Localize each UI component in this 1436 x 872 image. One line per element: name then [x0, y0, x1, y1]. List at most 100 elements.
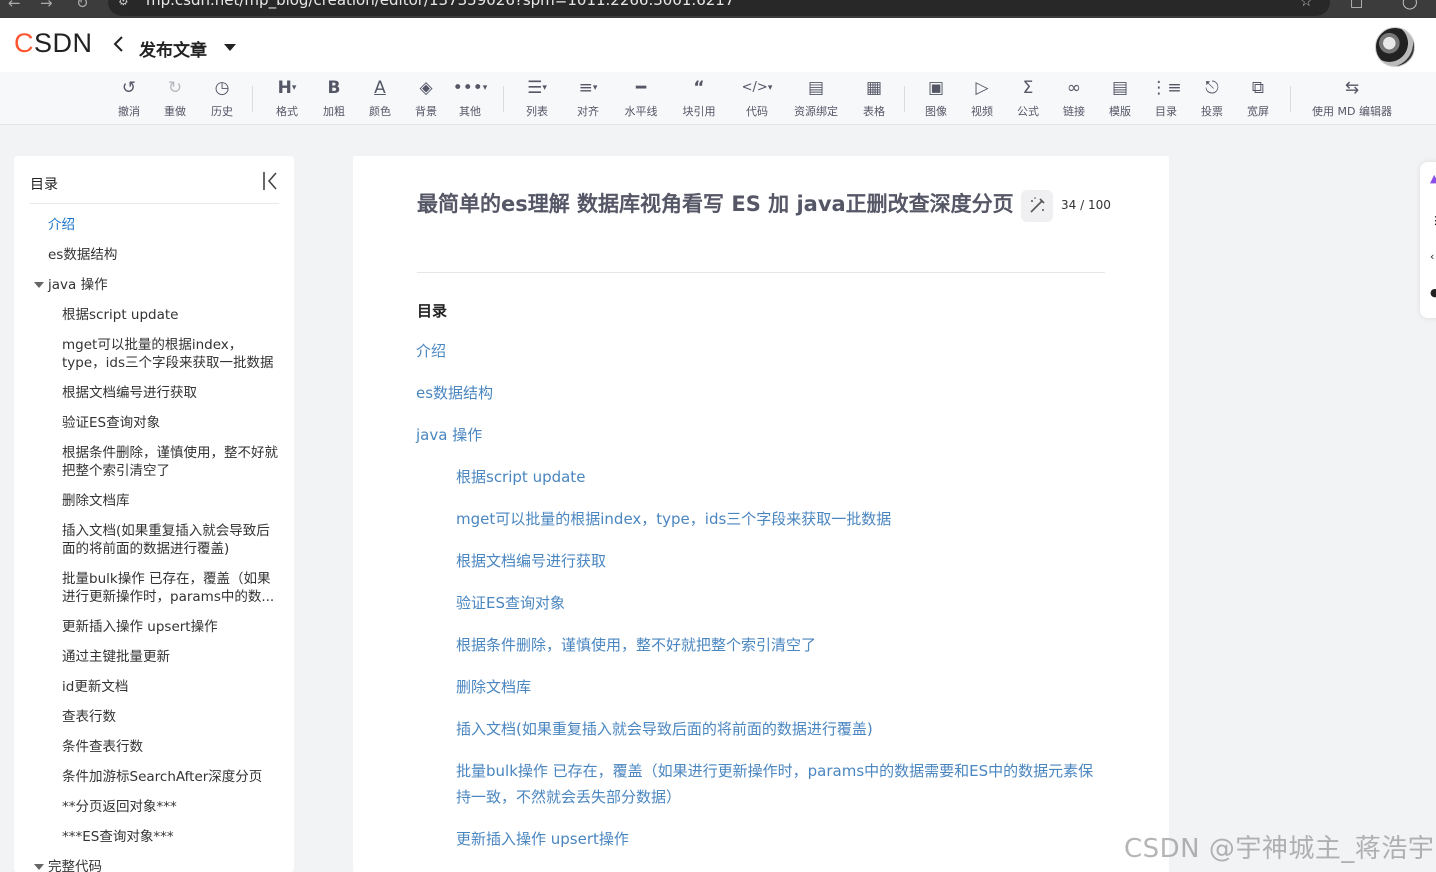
toc-item[interactable]: **分页返回对象***: [62, 798, 177, 816]
toc-label: 目录: [1155, 105, 1177, 118]
toc-item-full-code[interactable]: 完整代码: [48, 858, 102, 872]
video-label: 视频: [971, 105, 993, 118]
widescreen-label: 宽屏: [1247, 105, 1269, 118]
content-toc-link[interactable]: es数据结构: [416, 380, 493, 406]
title-divider: [417, 272, 1105, 273]
toc-item[interactable]: 更新插入操作 upsert操作: [62, 618, 218, 636]
back-icon[interactable]: [112, 34, 126, 54]
history-icon: ◷: [214, 78, 230, 98]
content-toc-link[interactable]: java 操作: [416, 422, 482, 448]
code-icon: </> ▾: [741, 80, 773, 95]
bold-label: 加粗: [323, 105, 345, 118]
code-label: 代码: [746, 105, 768, 118]
toc-item[interactable]: 条件查表行数: [62, 738, 143, 756]
undo-label: 撤消: [118, 105, 140, 118]
more-icon: ••• ▾: [452, 78, 488, 98]
image-label: 图像: [925, 105, 947, 118]
content-toc-link[interactable]: 删除文档库: [456, 674, 531, 700]
horizontal-line-button[interactable]: ━ 水平线: [621, 78, 661, 120]
magic-wand-icon: [1030, 197, 1045, 213]
ai-title-button[interactable]: [1021, 190, 1053, 222]
toc-item-intro[interactable]: 介绍: [48, 216, 75, 234]
toc-item-java-ops[interactable]: java 操作: [48, 276, 108, 294]
content-toc-link[interactable]: 插入文档(如果重复插入就会导致后面的将前面的数据进行覆盖): [456, 716, 873, 742]
widescreen-button[interactable]: ⧉ 宽屏: [1244, 78, 1272, 120]
side-tools-panel[interactable]: ▲ ⋮ ‹ ●: [1420, 162, 1436, 318]
video-icon: ▷: [975, 78, 989, 98]
site-info-icon[interactable]: ⚙: [118, 0, 129, 8]
content-toc-link[interactable]: 根据条件删除，谨慎使用，整不好就把整个索引清空了: [456, 632, 816, 658]
browser-back-icon[interactable]: ←: [8, 0, 21, 12]
toc-item[interactable]: 条件加游标SearchAfter深度分页: [62, 768, 262, 786]
toc-item[interactable]: 通过主键批量更新: [62, 648, 170, 666]
bookmark-star-icon[interactable]: ☆: [1300, 0, 1313, 10]
bold-button[interactable]: B 加粗: [321, 78, 347, 120]
expand-arrow-icon[interactable]: [34, 864, 44, 870]
vote-button[interactable]: ⎋ 投票: [1198, 78, 1226, 120]
toc-item[interactable]: 根据条件删除，谨慎使用，整不好就把整个索引清空了: [62, 444, 278, 480]
link-button[interactable]: ∞ 链接: [1060, 78, 1088, 120]
format-button[interactable]: H ▾ 格式: [274, 78, 300, 120]
browser-forward-icon[interactable]: →: [40, 0, 53, 12]
url-text[interactable]: mp.csdn.net/mp_blog/creation/editor/1373…: [146, 0, 734, 9]
toc-item-es-structure[interactable]: es数据结构: [48, 246, 117, 264]
formula-button[interactable]: Σ 公式: [1014, 78, 1042, 120]
content-toc-link[interactable]: 介绍: [416, 338, 446, 364]
align-button[interactable]: ≡ ▾ 对齐: [574, 78, 602, 120]
collapse-sidebar-icon[interactable]: [261, 170, 279, 192]
redo-button[interactable]: ↻ 重做: [162, 78, 188, 120]
toolbar-divider: [904, 86, 905, 112]
expand-arrow-icon[interactable]: [34, 282, 44, 288]
toc-button[interactable]: ⋮≡ 目录: [1150, 78, 1182, 120]
history-button[interactable]: ◷ 历史: [209, 78, 235, 120]
toc-item[interactable]: 查表行数: [62, 708, 116, 726]
list-button[interactable]: ☰ ▾ 列表: [523, 78, 551, 120]
article-title-input[interactable]: 最简单的es理解 数据库视角看写 ES 加 java正删改查深度分页: [417, 188, 1017, 220]
more-button[interactable]: ••• ▾ 其他: [452, 78, 488, 120]
background-color-button[interactable]: ◈ 背景: [413, 78, 439, 120]
video-button[interactable]: ▷ 视频: [968, 78, 996, 120]
side-tool-icon[interactable]: ●: [1430, 286, 1436, 299]
toc-item[interactable]: 验证ES查询对象: [62, 414, 160, 432]
toc-item[interactable]: id更新文档: [62, 678, 128, 696]
ai-assistant-icon[interactable]: ▲: [1430, 172, 1436, 185]
avatar[interactable]: [1375, 27, 1415, 67]
resource-button[interactable]: ▤ 资源绑定: [791, 78, 841, 120]
toc-icon: ⋮≡: [1150, 78, 1182, 98]
profile-icon[interactable]: ◯: [1402, 0, 1418, 10]
toc-item[interactable]: 插入文档(如果重复插入就会导致后面的将前面的数据进行覆盖): [62, 522, 278, 558]
redo-icon: ↻: [167, 78, 183, 98]
toc-item[interactable]: ***ES查询对象***: [62, 828, 174, 846]
content-toc-link[interactable]: 批量bulk操作 已存在，覆盖（如果进行更新操作时，params中的数据需要和E…: [456, 758, 1106, 810]
code-button[interactable]: </> ▾ 代码: [741, 78, 773, 120]
content-toc-link[interactable]: 根据文档编号进行获取: [456, 548, 606, 574]
logo-c: C: [14, 28, 34, 58]
quote-button[interactable]: “ 块引用: [680, 78, 718, 120]
csdn-logo[interactable]: CSDN: [14, 28, 93, 59]
logo-rest: SDN: [34, 28, 93, 58]
toc-item[interactable]: 根据script update: [62, 306, 178, 324]
content-toc-link[interactable]: 更新插入操作 upsert操作: [456, 826, 629, 852]
toc-item[interactable]: 批量bulk操作 已存在，覆盖（如果进行更新操作时，params中的数...: [62, 570, 278, 606]
editor-canvas[interactable]: 最简单的es理解 数据库视角看写 ES 加 java正删改查深度分页 34 / …: [353, 156, 1169, 872]
toc-item[interactable]: 根据文档编号进行获取: [62, 384, 197, 402]
vote-label: 投票: [1201, 105, 1223, 118]
undo-button[interactable]: ↺ 撤消: [116, 78, 142, 120]
caret-down-icon[interactable]: [224, 44, 236, 51]
toc-item[interactable]: 删除文档库: [62, 492, 130, 510]
content-toc-link[interactable]: 验证ES查询对象: [456, 590, 565, 616]
side-tool-icon[interactable]: ⋮: [1430, 214, 1436, 227]
content-toc-link[interactable]: mget可以批量的根据index，type，ids三个字段来获取一批数据: [456, 506, 891, 532]
image-button[interactable]: ▣ 图像: [922, 78, 950, 120]
extensions-icon[interactable]: □: [1350, 0, 1363, 10]
side-tool-icon[interactable]: ‹: [1430, 250, 1434, 263]
page-heading[interactable]: 发布文章: [139, 36, 207, 61]
text-color-button[interactable]: A 颜色: [367, 78, 393, 120]
table-label: 表格: [863, 105, 885, 118]
toc-item[interactable]: mget可以批量的根据index，type，ids三个字段来获取一批数据: [62, 336, 278, 372]
browser-reload-icon[interactable]: ↻: [76, 0, 89, 12]
content-toc-link[interactable]: 根据script update: [456, 464, 585, 490]
switch-md-editor-button[interactable]: ⇆ 使用 MD 编辑器: [1306, 78, 1398, 120]
table-button[interactable]: ▦ 表格: [860, 78, 888, 120]
template-button[interactable]: ▤ 模版: [1106, 78, 1134, 120]
